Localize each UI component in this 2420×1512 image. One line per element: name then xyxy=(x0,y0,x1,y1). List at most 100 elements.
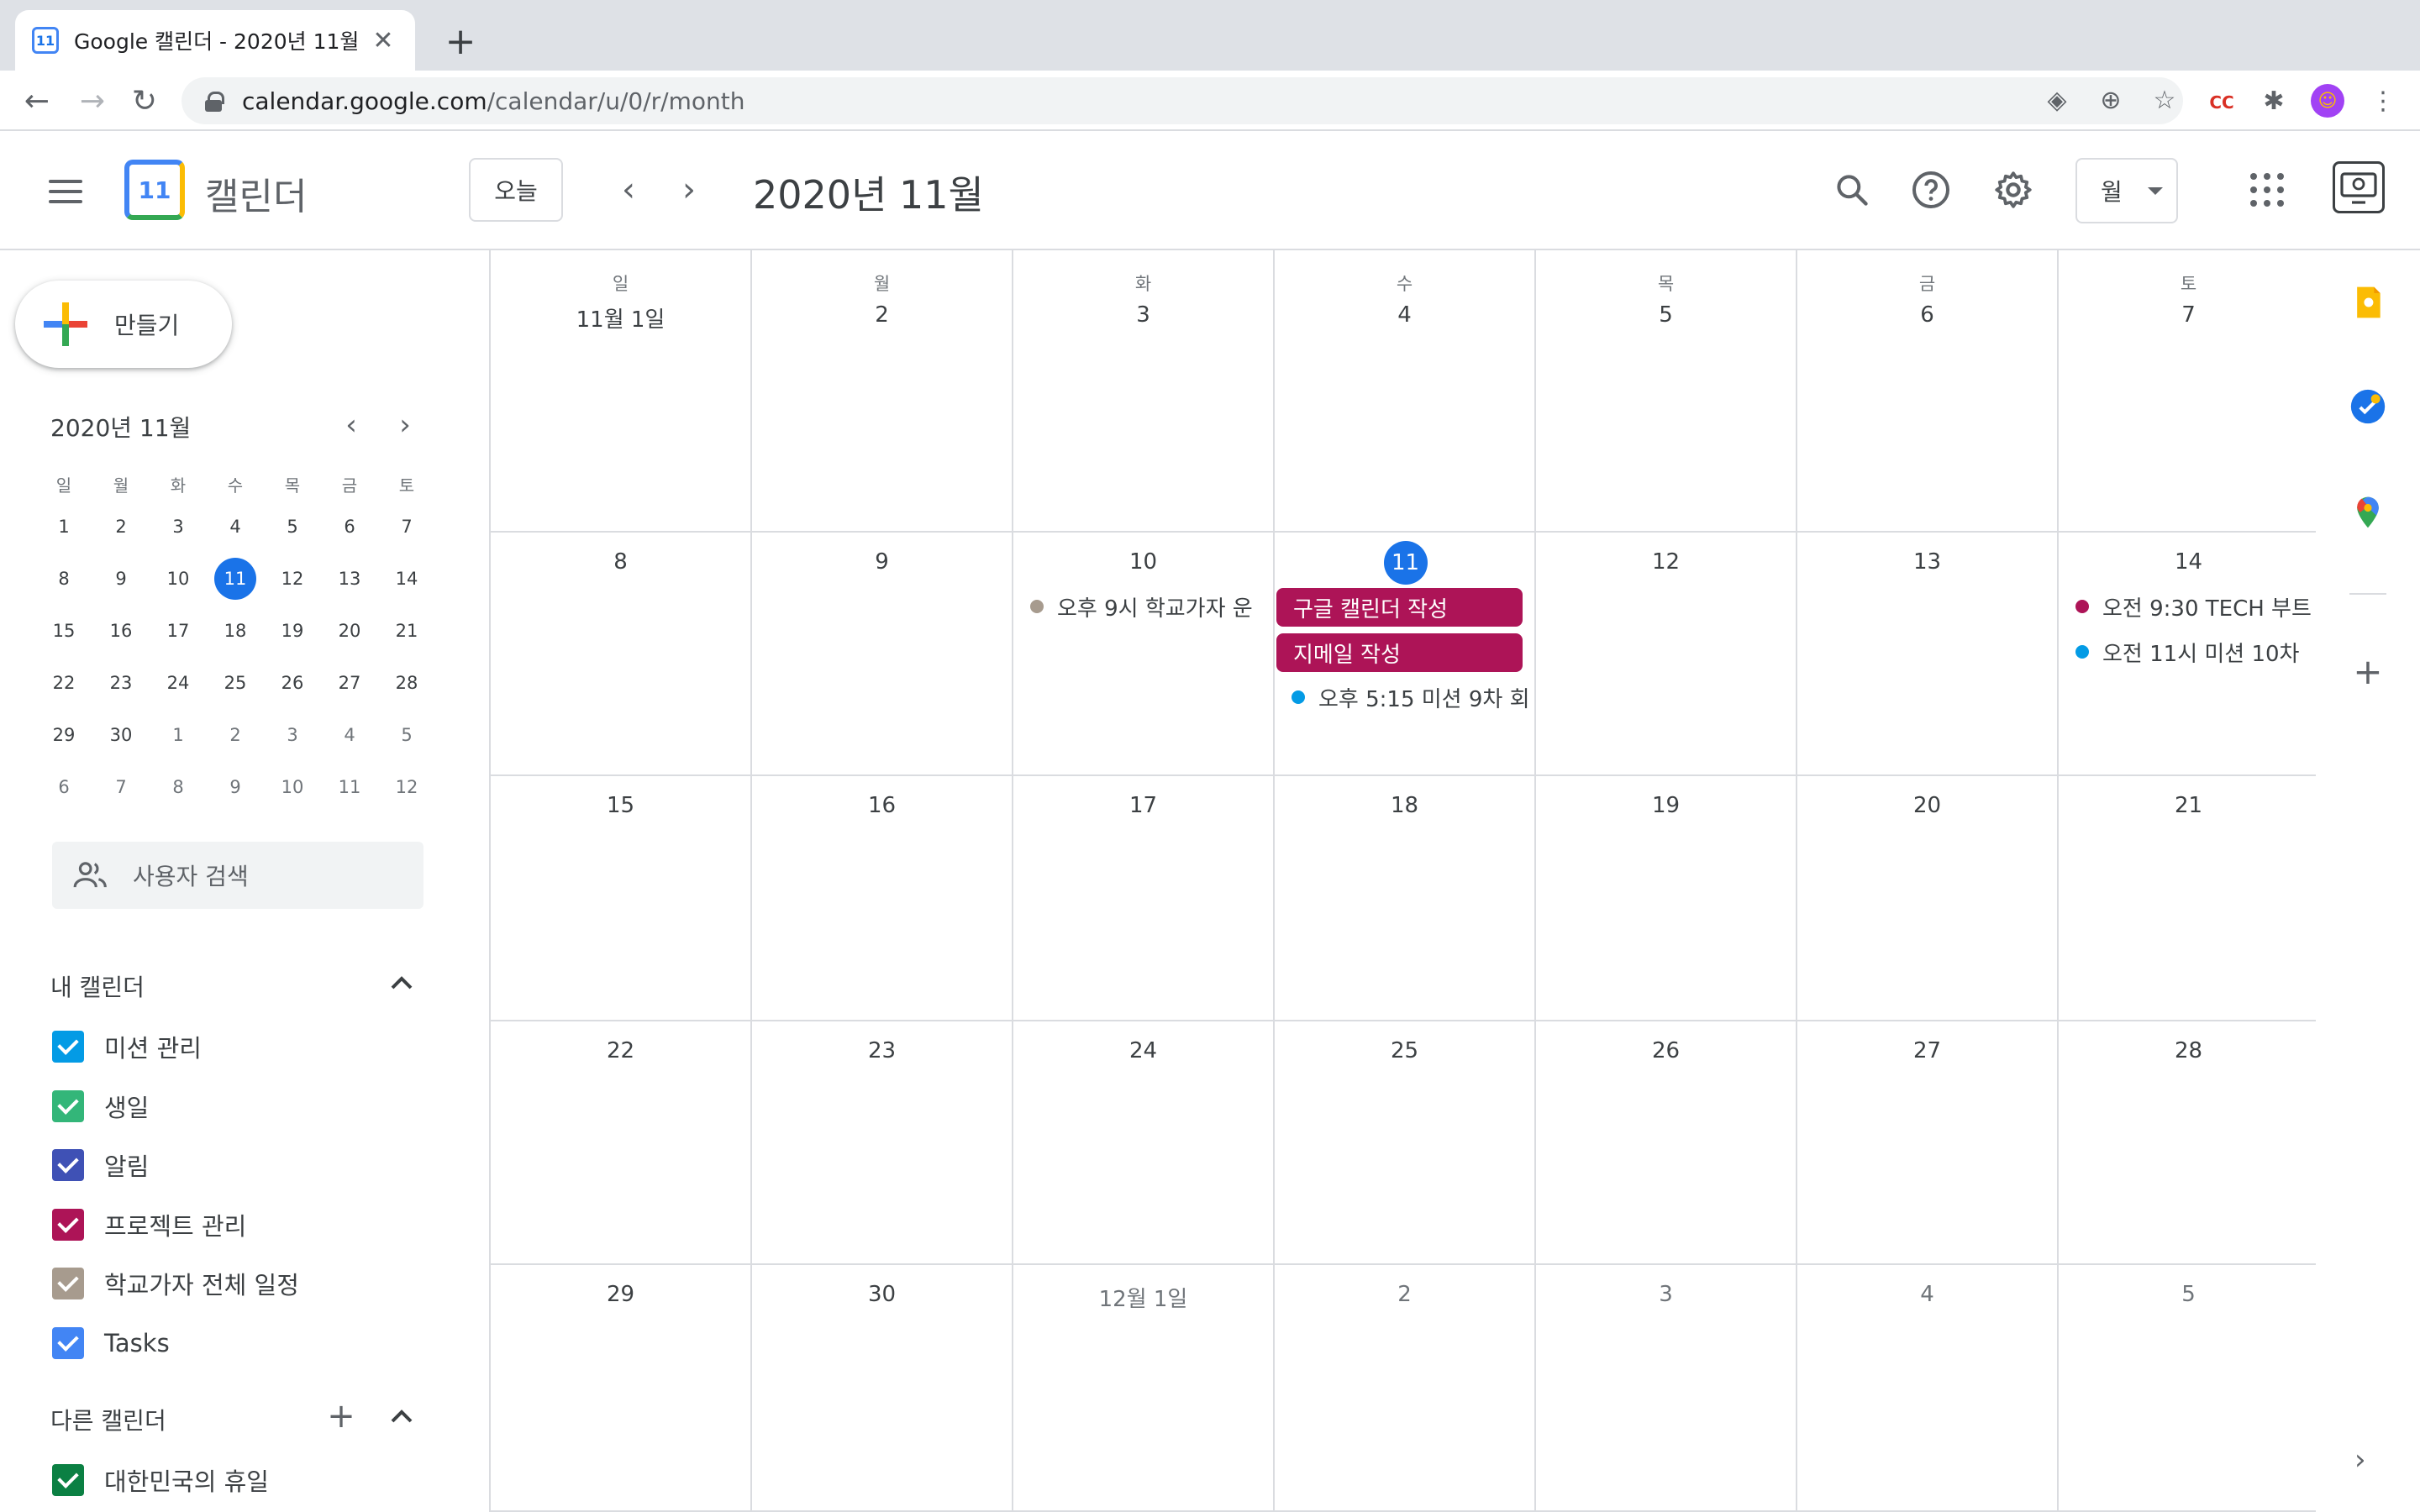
date-number[interactable]: 14 xyxy=(2059,549,2318,575)
mini-day[interactable]: 22 xyxy=(35,657,92,709)
day-cell[interactable]: 금6 xyxy=(1797,250,2059,533)
previous-month-icon[interactable]: ‹ xyxy=(603,165,654,215)
mini-day[interactable]: 21 xyxy=(378,605,435,657)
search-icon[interactable] xyxy=(1827,165,1877,215)
date-number[interactable]: 28 xyxy=(2059,1038,2318,1063)
date-number[interactable]: 30 xyxy=(752,1282,1012,1307)
bookmark-star-icon[interactable]: ☆ xyxy=(2149,86,2180,116)
date-number[interactable]: 25 xyxy=(1275,1038,1534,1063)
day-cell[interactable]: 3 xyxy=(1536,1265,1797,1512)
address-bar[interactable]: calendar.google.com/calendar/u/0/r/month… xyxy=(182,77,2183,124)
date-number[interactable]: 16 xyxy=(752,793,1012,818)
app-name[interactable]: 캘린더 xyxy=(205,166,307,220)
date-number[interactable]: 2 xyxy=(752,302,1012,328)
calendar-checkbox-icon[interactable] xyxy=(52,1464,84,1496)
mini-day[interactable]: 15 xyxy=(35,605,92,657)
extensions-puzzle-icon[interactable]: ✱ xyxy=(2257,84,2291,118)
main-menu-icon[interactable] xyxy=(49,180,82,203)
mini-day[interactable]: 25 xyxy=(207,657,264,709)
mini-day[interactable]: 30 xyxy=(92,709,150,761)
mini-day[interactable]: 4 xyxy=(207,501,264,553)
date-number[interactable]: 12월 1일 xyxy=(1013,1282,1273,1313)
browser-tab[interactable]: 11 Google 캘린더 - 2020년 11월 ✕ xyxy=(15,10,415,71)
mini-day[interactable]: 20 xyxy=(321,605,378,657)
day-cell[interactable]: 17 xyxy=(1013,776,1275,1021)
day-cell[interactable]: 5 xyxy=(2059,1265,2320,1512)
day-cell[interactable]: 24 xyxy=(1013,1021,1275,1265)
cc-extension-icon[interactable]: CC xyxy=(2205,86,2238,119)
new-tab-icon[interactable]: + xyxy=(437,18,484,66)
mini-day[interactable]: 24 xyxy=(150,657,207,709)
calendar-checkbox-icon[interactable] xyxy=(52,1208,84,1241)
date-number[interactable]: 13 xyxy=(1797,549,2057,575)
my-calendar-item[interactable]: 생일 xyxy=(52,1088,149,1125)
date-number[interactable]: 11월 1일 xyxy=(491,302,750,333)
mini-previous-month-icon[interactable]: ‹ xyxy=(333,407,370,444)
date-number[interactable]: 3 xyxy=(1536,1282,1796,1307)
day-cell[interactable]: 12월 1일 xyxy=(1013,1265,1275,1512)
my-calendar-item[interactable]: 미션 관리 xyxy=(52,1028,202,1065)
mini-day[interactable]: 5 xyxy=(378,709,435,761)
day-cell[interactable]: 26 xyxy=(1536,1021,1797,1265)
date-number[interactable]: 10 xyxy=(1013,549,1273,575)
mini-day[interactable]: 10 xyxy=(150,553,207,605)
day-cell[interactable]: 15 xyxy=(491,776,752,1021)
day-cell[interactable]: 13 xyxy=(1797,533,2059,776)
reload-icon[interactable]: ↻ xyxy=(123,79,166,123)
other-calendars-collapse-icon[interactable] xyxy=(385,1399,418,1433)
date-number[interactable]: 21 xyxy=(2059,793,2318,818)
create-button[interactable]: 만들기 xyxy=(15,281,232,368)
get-addons-plus-icon[interactable]: + xyxy=(2351,654,2385,690)
mini-day[interactable]: 17 xyxy=(150,605,207,657)
calendar-checkbox-icon[interactable] xyxy=(52,1326,84,1359)
date-number[interactable]: 5 xyxy=(2059,1282,2318,1307)
tab-close-icon[interactable]: ✕ xyxy=(368,26,398,55)
day-cell[interactable]: 30 xyxy=(752,1265,1013,1512)
day-cell[interactable]: 12 xyxy=(1536,533,1797,776)
date-number[interactable]: 27 xyxy=(1797,1038,2057,1063)
mini-day[interactable]: 27 xyxy=(321,657,378,709)
tasks-icon[interactable] xyxy=(2349,388,2386,425)
zoom-icon[interactable]: ⊕ xyxy=(2096,86,2126,116)
other-calendars-title[interactable]: 다른 캘린더 xyxy=(50,1403,166,1436)
mini-day[interactable]: 4 xyxy=(321,709,378,761)
mini-day[interactable]: 3 xyxy=(264,709,321,761)
mini-day[interactable]: 7 xyxy=(92,761,150,813)
account-avatar[interactable] xyxy=(2333,161,2385,213)
timed-event[interactable]: 오후 9시 학교가자 운 xyxy=(1030,590,1268,623)
day-cell[interactable]: 29 xyxy=(491,1265,752,1512)
calendar-checkbox-icon[interactable] xyxy=(52,1268,84,1299)
mini-day[interactable]: 19 xyxy=(264,605,321,657)
mini-day[interactable]: 3 xyxy=(150,501,207,553)
forward-icon[interactable]: → xyxy=(71,79,114,123)
my-calendar-item[interactable]: 알림 xyxy=(52,1147,149,1184)
today-button[interactable]: 오늘 xyxy=(469,158,563,222)
mini-day[interactable]: 18 xyxy=(207,605,264,657)
mini-day[interactable]: 7 xyxy=(378,501,435,553)
day-cell[interactable]: 수4 xyxy=(1275,250,1536,533)
date-number[interactable]: 4 xyxy=(1797,1282,2057,1307)
mini-day[interactable]: 10 xyxy=(264,761,321,813)
event-chip[interactable]: 지메일 작성 xyxy=(1276,633,1523,672)
day-cell[interactable]: 2 xyxy=(1275,1265,1536,1512)
day-cell[interactable]: 9 xyxy=(752,533,1013,776)
date-number[interactable]: 24 xyxy=(1013,1038,1273,1063)
keep-icon[interactable] xyxy=(2349,284,2386,321)
date-number[interactable]: 20 xyxy=(1797,793,2057,818)
day-cell[interactable]: 4 xyxy=(1797,1265,2059,1512)
day-cell[interactable]: 25 xyxy=(1275,1021,1536,1265)
day-cell[interactable]: 일 11월 1일 xyxy=(491,250,752,533)
date-number[interactable]: 5 xyxy=(1536,302,1796,328)
mini-day[interactable]: 8 xyxy=(35,553,92,605)
date-number[interactable]: 7 xyxy=(2059,302,2318,328)
day-cell[interactable]: 21 xyxy=(2059,776,2320,1021)
date-number[interactable]: 6 xyxy=(1797,302,2057,328)
mini-day[interactable]: 26 xyxy=(264,657,321,709)
mini-day[interactable]: 13 xyxy=(321,553,378,605)
date-number[interactable]: 15 xyxy=(491,793,750,818)
day-cell[interactable]: 월2 xyxy=(752,250,1013,533)
event-chip[interactable]: 구글 캘린더 작성 xyxy=(1276,588,1523,627)
date-number[interactable]: 4 xyxy=(1275,302,1534,328)
mini-day[interactable]: 2 xyxy=(207,709,264,761)
browser-menu-icon[interactable]: ⋮ xyxy=(2366,84,2400,118)
